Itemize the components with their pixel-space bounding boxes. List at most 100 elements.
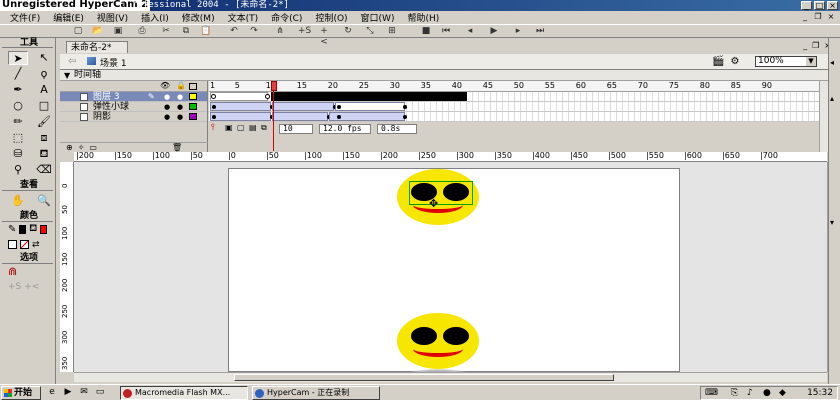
undo-icon[interactable]: ↶ xyxy=(228,26,240,37)
menu-edit[interactable]: 编辑(E) xyxy=(53,11,84,24)
ie-icon[interactable]: e xyxy=(46,387,58,398)
input-method-icon[interactable]: ⌨ xyxy=(705,388,718,398)
onion-skin-icon[interactable]: ▣ xyxy=(225,123,233,132)
stage-horizontal-scrollbar[interactable] xyxy=(74,372,827,382)
show-hide-all-icon[interactable]: 👁 xyxy=(160,81,170,90)
onion-outline-icon[interactable]: ▢ xyxy=(237,123,245,132)
back-arrow-icon[interactable]: ⇦ xyxy=(68,56,76,67)
frame-grid[interactable]: 151015202530354045505560657075808590 xyxy=(209,81,819,152)
show-desktop-icon[interactable]: ▭ xyxy=(94,387,106,398)
align-icon[interactable]: ⊞ xyxy=(386,26,398,37)
frame-row[interactable] xyxy=(209,112,819,122)
add-layer-icon[interactable]: ⊕ xyxy=(66,143,73,152)
stroke-color-swatch[interactable] xyxy=(19,225,27,234)
blank-keyframe[interactable] xyxy=(211,94,216,99)
outline-all-icon[interactable] xyxy=(189,83,197,90)
save-icon[interactable]: ▣ xyxy=(112,26,124,37)
oval-tool-icon[interactable]: ○ xyxy=(8,99,28,113)
frame-row[interactable] xyxy=(209,102,819,112)
paste-icon[interactable]: 📋 xyxy=(200,26,212,37)
lock-dot-icon[interactable]: ● xyxy=(177,92,183,102)
fill-transform-tool-icon[interactable]: ⧈ xyxy=(34,131,54,145)
doc-restore-button[interactable]: ❐ xyxy=(813,12,823,21)
magnet-snap-icon[interactable]: ⋒ xyxy=(8,265,17,278)
playhead-handle[interactable] xyxy=(271,81,277,91)
hand-tool-icon[interactable]: ✋ xyxy=(8,194,28,208)
menu-help[interactable]: 帮助(H) xyxy=(407,11,439,24)
outlook-icon[interactable]: ✉ xyxy=(78,387,90,398)
free-transform-tool-icon[interactable]: ⬚ xyxy=(8,131,28,145)
go-to-end-icon[interactable]: ⏭ xyxy=(534,26,546,37)
tray-app-icon[interactable]: ● xyxy=(763,388,771,398)
expand-arrow-icon[interactable]: ◂ xyxy=(830,58,834,67)
smiley-ball-selected[interactable]: ✥ xyxy=(397,169,479,229)
delete-layer-icon[interactable]: 🗑 xyxy=(172,143,182,152)
lock-dot-icon[interactable]: ● xyxy=(177,112,183,122)
start-button[interactable]: 开始 xyxy=(1,386,41,400)
pen-tool-icon[interactable]: ✒ xyxy=(8,83,28,97)
doc-minimize-button[interactable]: _ xyxy=(800,12,810,21)
timeline-header[interactable]: ▼ 时间轴 xyxy=(60,70,828,81)
snap-icon[interactable]: ⋔ xyxy=(274,26,286,37)
lasso-tool-icon[interactable]: ϙ xyxy=(34,67,54,81)
playhead[interactable] xyxy=(271,81,277,152)
menu-file[interactable]: 文件(F) xyxy=(10,11,40,24)
network-icon[interactable]: ⎘ xyxy=(731,388,738,398)
center-frame-icon[interactable]: ⫯ xyxy=(211,123,215,133)
doc-close-button[interactable]: × xyxy=(826,12,836,21)
motion-tween[interactable] xyxy=(210,112,271,121)
add-folder-icon[interactable]: ▭ xyxy=(89,143,97,152)
menu-text[interactable]: 文本(T) xyxy=(228,11,259,24)
brush-tool-icon[interactable]: 🖌 xyxy=(34,115,54,129)
keyframe[interactable] xyxy=(212,105,216,109)
new-file-icon[interactable]: ▢ xyxy=(72,26,84,37)
stage-canvas[interactable]: ✥ xyxy=(228,168,680,372)
visibility-dot-icon[interactable]: ● xyxy=(164,102,170,112)
menu-control[interactable]: 控制(O) xyxy=(315,11,347,24)
text-tool-icon[interactable]: A xyxy=(34,83,54,97)
volume-icon[interactable]: ♪ xyxy=(747,388,753,398)
media-player-icon[interactable]: ▶ xyxy=(62,387,74,398)
print-icon[interactable]: ⎙ xyxy=(136,26,148,37)
redo-icon[interactable]: ↷ xyxy=(248,26,260,37)
straighten-icon[interactable]: +< xyxy=(318,26,330,47)
scale-icon[interactable]: ⤡ xyxy=(364,26,376,37)
paint-bucket-tool-icon[interactable]: ⛾ xyxy=(34,147,54,161)
selected-frames[interactable] xyxy=(271,92,467,101)
close-button[interactable]: × xyxy=(827,1,838,10)
outline-color-box[interactable] xyxy=(189,113,197,120)
minimize-button[interactable]: _ xyxy=(801,1,812,10)
menu-insert[interactable]: 插入(I) xyxy=(141,11,169,24)
edit-symbol-icon[interactable]: ⚙ xyxy=(730,56,739,67)
play-icon[interactable]: ▶ xyxy=(488,26,500,37)
zoom-select[interactable]: 100% ▼ xyxy=(755,56,817,67)
outline-color-box[interactable] xyxy=(189,103,197,110)
maximize-button[interactable]: □ xyxy=(814,1,825,10)
rotate-icon[interactable]: ↻ xyxy=(342,26,354,37)
motion-tween[interactable] xyxy=(272,112,328,121)
keyframe[interactable] xyxy=(403,105,407,109)
step-back-icon[interactable]: ◂ xyxy=(464,26,476,37)
timeline-vertical-scrollbar[interactable] xyxy=(819,81,828,152)
rectangle-tool-icon[interactable]: □ xyxy=(34,99,54,113)
panel-collapse-strip[interactable]: ◂ ▴ ▾ xyxy=(828,38,840,384)
layer-row[interactable]: 阴影 ● ● xyxy=(60,112,207,122)
pasteboard[interactable]: ✥ xyxy=(74,162,827,372)
expand-arrow-icon[interactable]: ▴ xyxy=(830,94,834,103)
open-file-icon[interactable]: 📂 xyxy=(92,26,104,37)
menu-modify[interactable]: 修改(M) xyxy=(182,11,215,24)
doc-tab-restore-icon[interactable]: ❐ xyxy=(812,41,819,50)
stop-icon[interactable]: ■ xyxy=(420,26,432,37)
cut-icon[interactable]: ✂ xyxy=(160,26,172,37)
blank-keyframe[interactable] xyxy=(265,94,270,99)
straighten-option-icon[interactable]: +< xyxy=(24,282,39,292)
line-tool-icon[interactable]: ╱ xyxy=(8,67,28,81)
expand-arrow-icon[interactable]: ▾ xyxy=(830,218,834,227)
eraser-tool-icon[interactable]: ⌫ xyxy=(34,163,54,177)
frame-ruler[interactable]: 151015202530354045505560657075808590 xyxy=(209,81,819,92)
lock-dot-icon[interactable]: ● xyxy=(177,102,183,112)
taskbar-flash-button[interactable]: Macromedia Flash MX... xyxy=(120,386,248,400)
rewind-icon[interactable]: ⏮ xyxy=(440,26,452,37)
copy-icon[interactable]: ⧉ xyxy=(180,26,192,37)
layer-row[interactable]: 图层 3 ✎ ● ● xyxy=(60,92,207,102)
